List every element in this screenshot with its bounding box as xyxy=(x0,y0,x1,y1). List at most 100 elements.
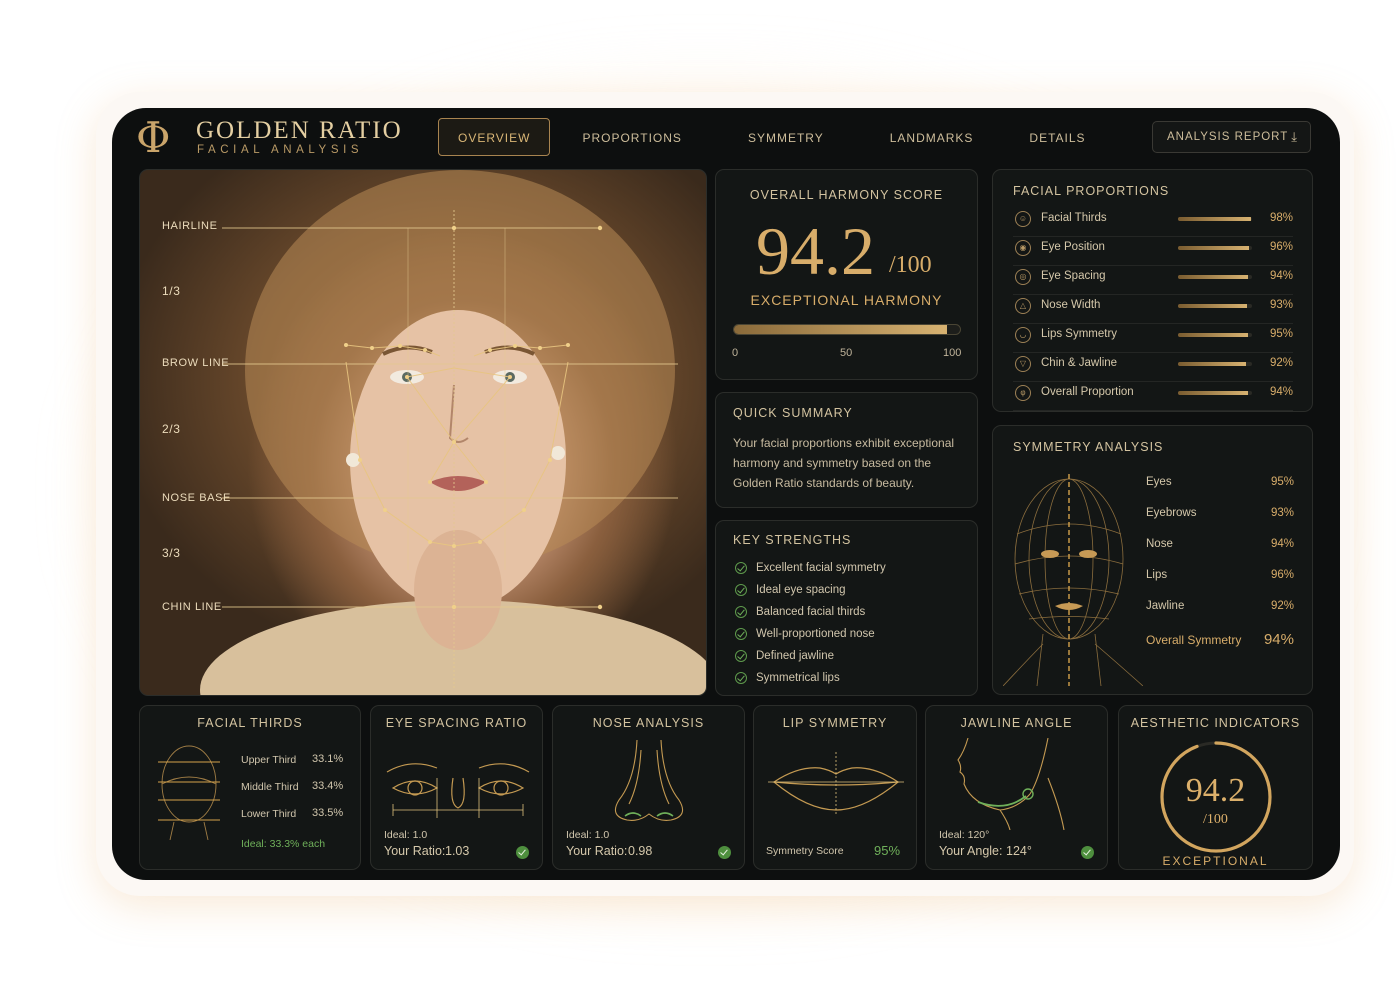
tab-overview[interactable]: OVERVIEW xyxy=(438,118,551,156)
check-icon xyxy=(718,846,731,859)
proportion-bar xyxy=(1178,246,1252,250)
proportion-label: Nose Width xyxy=(1041,299,1101,311)
proportion-row: ☺ Facial Thirds 98% xyxy=(1013,208,1293,237)
proportion-value: 96% xyxy=(1269,241,1293,253)
upper-third-label: Upper Third xyxy=(241,754,297,766)
brow-line-label: BROW LINE xyxy=(162,357,230,369)
strength-item: Defined jawline xyxy=(735,650,834,662)
app-screen: Φ GOLDEN RATIO FACIAL ANALYSIS OVERVIEW … xyxy=(112,108,1340,880)
symmetry-value: 92% xyxy=(1270,600,1294,612)
symmetry-row: Nose 94% xyxy=(1146,538,1294,550)
harmony-progress-fill xyxy=(734,325,947,334)
lips-illustration xyxy=(768,752,904,816)
app-title: GOLDEN RATIO xyxy=(196,117,403,144)
proportion-bar xyxy=(1178,304,1252,308)
nose-illustration xyxy=(614,740,684,821)
proportion-bar-fill xyxy=(1178,362,1247,366)
nose-ratio-value: 0.98 xyxy=(628,844,653,858)
strength-item: Excellent facial symmetry xyxy=(735,562,886,574)
proportion-row: △ Nose Width 93% xyxy=(1013,295,1293,324)
lips-icon: ◡ xyxy=(1015,327,1031,343)
harmony-score-value: 94.2 xyxy=(756,213,875,289)
strength-label: Ideal eye spacing xyxy=(756,584,846,596)
aesthetic-score-value: 94.2 xyxy=(1185,772,1246,809)
symmetry-analysis-title: SYMMETRY ANALYSIS xyxy=(1013,440,1164,454)
eye-spacing-ratio-label: Your Ratio: xyxy=(384,844,446,858)
symmetry-value: 95% xyxy=(1270,476,1294,488)
proportion-label: Lips Symmetry xyxy=(1041,328,1118,340)
harmony-score-denominator: /100 xyxy=(889,252,932,278)
symmetry-value: 93% xyxy=(1270,507,1294,519)
third-third-label: 3/3 xyxy=(162,546,181,560)
symmetry-row: Lips 96% xyxy=(1146,569,1294,581)
nose-ratio-label: Your Ratio: xyxy=(566,844,628,858)
eye-spacing-ideal: Ideal: 1.0 xyxy=(384,829,428,841)
harmony-score-title: OVERALL HARMONY SCORE xyxy=(749,188,944,202)
tab-details[interactable]: DETAILS xyxy=(1009,118,1105,156)
strength-item: Symmetrical lips xyxy=(735,672,840,684)
strength-label: Well-proportioned nose xyxy=(756,628,875,640)
chin-line-label: CHIN LINE xyxy=(162,601,222,613)
proportion-bar-fill xyxy=(1178,246,1250,250)
symmetry-row: Eyes 95% xyxy=(1146,476,1294,488)
nose-base-label: NOSE BASE xyxy=(162,492,231,504)
tab-proportions[interactable]: PROPORTIONS xyxy=(562,118,701,156)
proportion-bar xyxy=(1178,391,1252,395)
lip-score-label: Symmetry Score xyxy=(766,845,844,857)
proportion-row: φ Overall Proportion 94% xyxy=(1013,382,1293,411)
nose-icon: △ xyxy=(1015,298,1031,314)
check-icon xyxy=(1081,846,1094,859)
key-strengths-panel: KEY STRENGTHS Excellent facial symmetry … xyxy=(715,520,978,696)
tab-landmarks[interactable]: LANDMARKS xyxy=(870,118,994,156)
proportion-bar-fill xyxy=(1178,217,1251,221)
facial-proportions-title: FACIAL PROPORTIONS xyxy=(1013,184,1170,198)
jawline-angle-value: 124° xyxy=(1006,844,1032,858)
aesthetic-indicators-title: AESTHETIC INDICATORS xyxy=(1130,716,1301,730)
analysis-report-button[interactable]: ANALYSIS REPORT ⤓ xyxy=(1152,121,1311,153)
face-icon: ☺ xyxy=(1015,211,1031,227)
symmetry-label: Eyebrows xyxy=(1146,507,1197,519)
upper-third-value: 33.1% xyxy=(312,753,344,765)
strength-label: Defined jawline xyxy=(756,650,834,662)
middle-third-label: Middle Third xyxy=(241,781,299,793)
eye-spacing-illustration xyxy=(386,763,530,818)
tab-symmetry[interactable]: SYMMETRY xyxy=(728,118,844,156)
symmetry-row: Jawline 92% xyxy=(1146,600,1294,612)
proportion-value: 92% xyxy=(1269,357,1293,369)
eye-icon: ◉ xyxy=(1015,240,1031,256)
proportion-bar xyxy=(1178,217,1252,221)
proportion-label: Eye Spacing xyxy=(1041,270,1106,282)
main-nav: OVERVIEW PROPORTIONS SYMMETRY LANDMARKS … xyxy=(438,118,1118,156)
thirds-ideal-text: Ideal: 33.3% each xyxy=(241,838,326,850)
proportion-value: 93% xyxy=(1269,299,1293,311)
proportion-row: ▽ Chin & Jawline 92% xyxy=(1013,353,1293,382)
eye-spacing-panel: EYE SPACING RATIO Ideal: 1.0 Your Ratio:… xyxy=(370,705,543,870)
proportion-bar-fill xyxy=(1178,304,1247,308)
harmony-progress-bar xyxy=(733,324,961,335)
facial-thirds-title: FACIAL THIRDS xyxy=(197,716,303,730)
proportion-value: 94% xyxy=(1269,270,1293,282)
tick-50: 50 xyxy=(840,347,853,359)
second-third-label: 2/3 xyxy=(162,422,181,436)
strength-label: Balanced facial thirds xyxy=(756,606,866,618)
symmetry-analysis-panel: SYMMETRY ANALYSIS Eyes 95% Eyebrows 93% Nose… xyxy=(992,425,1313,695)
lip-symmetry-title: LIP SYMMETRY xyxy=(782,716,888,730)
quick-summary-panel: QUICK SUMMARY Your facial proportions ex… xyxy=(715,392,978,508)
symmetry-value: 94% xyxy=(1270,538,1294,550)
symmetry-label: Jawline xyxy=(1146,600,1185,612)
jawline-angle-title: JAWLINE ANGLE xyxy=(960,716,1073,730)
face-landmark-overlay xyxy=(200,170,706,695)
proportion-label: Overall Proportion xyxy=(1041,386,1134,398)
proportion-bar-fill xyxy=(1178,391,1248,395)
overall-symmetry-row: Overall Symmetry 94% xyxy=(1146,631,1294,648)
quick-summary-text: Your facial proportions exhibit exceptio… xyxy=(733,436,955,490)
lip-symmetry-panel: LIP SYMMETRY Symmetry Score 95% xyxy=(753,705,917,870)
neck-shape xyxy=(414,530,502,650)
proportion-bar xyxy=(1178,333,1252,337)
check-circle-icon xyxy=(735,584,747,596)
proportion-label: Eye Position xyxy=(1041,241,1105,253)
harmony-score-panel: OVERALL HARMONY SCORE 94.2 /100 EXCEPTIO… xyxy=(715,169,978,380)
proportion-row: ◎ Eye Spacing 94% xyxy=(1013,266,1293,295)
phi-icon: φ xyxy=(1015,385,1031,401)
lip-score-value: 95% xyxy=(874,843,901,858)
